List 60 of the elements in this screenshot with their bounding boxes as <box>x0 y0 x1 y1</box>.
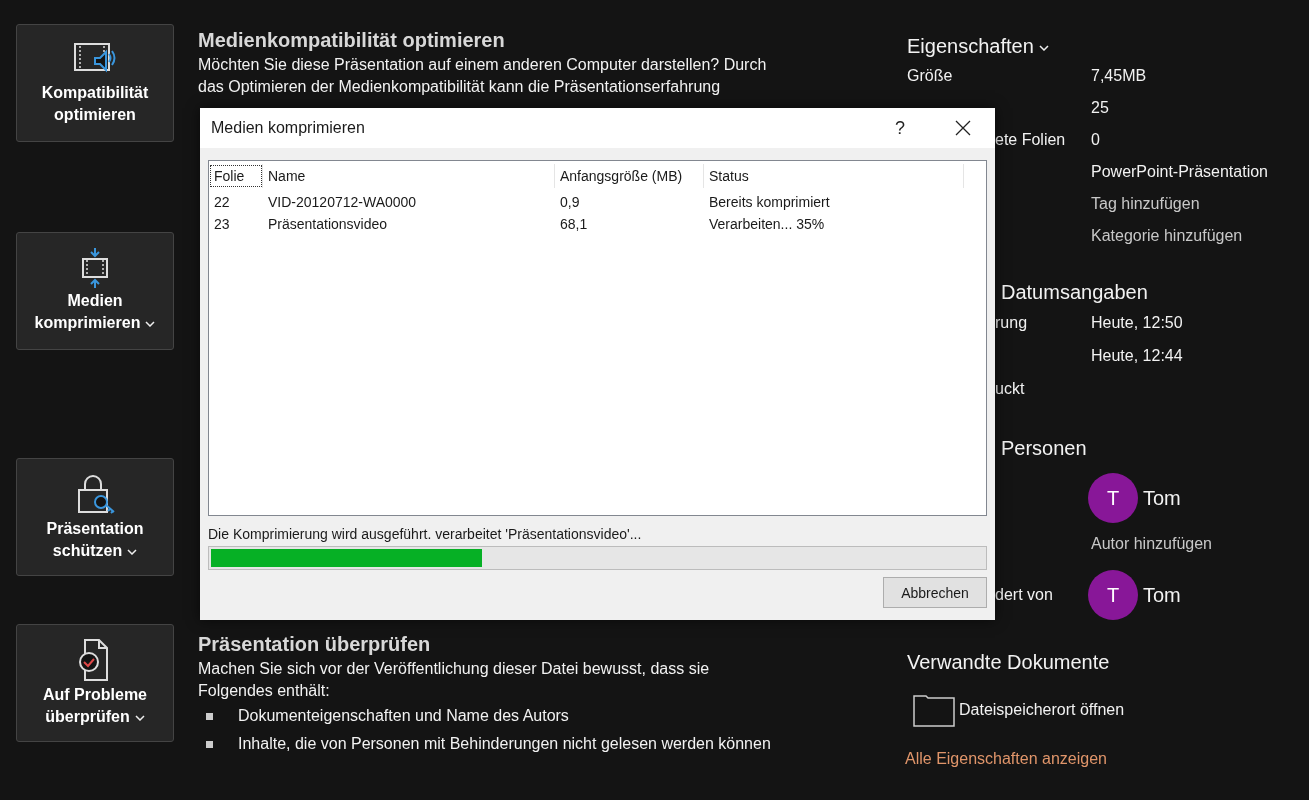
tool-button[interactable]: Medien komprimieren <box>16 232 174 350</box>
section-text: Folgendes enthält: <box>198 681 331 701</box>
related-heading: Verwandte Dokumente <box>907 650 1111 675</box>
table-cell-text: 0,9 <box>559 194 581 210</box>
properties-heading[interactable]: Eigenschaften <box>907 32 1309 60</box>
section-title: Präsentation überprüfen <box>198 632 432 657</box>
table-cell-text: Verarbeiten... 35% <box>708 216 826 232</box>
chevron-icon <box>127 548 138 555</box>
all-properties-link[interactable]: Alle Eigenschaften anzeigen <box>905 745 1309 773</box>
column-header[interactable]: Name <box>263 164 555 188</box>
property-value: 7,45MB <box>1091 67 1147 85</box>
section-title: Medienkompatibilität optimieren <box>198 28 506 53</box>
tool-button[interactable]: Auf Probleme überprüfen <box>16 624 174 742</box>
folder-icon <box>913 693 955 727</box>
column-header[interactable]: Anfangsgröße (MB) <box>555 164 704 188</box>
property-value[interactable]: Kategorie hinzufügen <box>1091 227 1243 245</box>
property-label: rung <box>995 313 1028 331</box>
bullet-icon <box>206 740 213 748</box>
cancel-button[interactable]: Abbrechen <box>883 577 987 608</box>
people-heading: Personen <box>1000 436 1088 461</box>
column-header[interactable]: Status <box>704 164 964 188</box>
open-location-link[interactable]: Dateispeicherort öffnen <box>959 701 1125 719</box>
close-icon[interactable] <box>955 120 971 136</box>
bullet-text: Inhalte, die von Personen mit Behinderungen nicht gelesen werden können <box>238 735 771 753</box>
table-cell-text: Bereits komprimiert <box>708 194 831 210</box>
property-value: 25 <box>1091 99 1109 117</box>
help-button[interactable]: ? <box>891 117 909 139</box>
tool-button[interactable]: Präsentation schützen <box>16 458 174 576</box>
person-name: Tom <box>1143 486 1181 510</box>
property-value: 0 <box>1091 131 1100 149</box>
table-cell-text: 68,1 <box>559 216 589 232</box>
column-header[interactable]: Folie <box>209 164 263 188</box>
chevron-icon <box>134 714 145 721</box>
dates-heading: Datumsangaben <box>1000 280 1149 305</box>
property-value[interactable]: Tag hinzufügen <box>1091 195 1200 213</box>
table-cell-text: 22 <box>213 194 231 210</box>
property-value: PowerPoint-Präsentation <box>1091 163 1268 181</box>
section-text: Möchten Sie diese Präsentation auf einem anderen Computer darstellen? Durch <box>198 55 768 75</box>
dialog-title: Medien komprimieren <box>211 119 366 137</box>
tool-button[interactable]: Kompatibilität optimieren <box>16 24 174 142</box>
avatar: T <box>1088 570 1138 620</box>
avatar: T <box>1088 473 1138 523</box>
property-value: Heute, 12:44 <box>1091 346 1183 365</box>
property-label: uckt <box>995 379 1025 397</box>
property-label: Größe <box>907 67 953 84</box>
chevron-icon <box>145 320 156 327</box>
property-label: dert von <box>995 586 1053 603</box>
status-text: Die Komprimierung wird ausgeführt. verarbeitet 'Präsentationsvideo'... <box>208 525 643 544</box>
add-author-link[interactable]: Autor hinzufügen <box>1091 535 1212 553</box>
section-text: Machen Sie sich vor der Veröffentlichung dieser Datei bewusst, dass sie <box>198 659 711 679</box>
chevron-icon <box>1038 44 1049 51</box>
table-cell-text: Präsentationsvideo <box>267 216 389 232</box>
section-text: das Optimieren der Medienkompatibilität kann die Präsentationserfahrung <box>198 77 722 97</box>
property-label: ete Folien <box>995 131 1066 148</box>
person-name: Tom <box>1143 583 1181 607</box>
property-value: Heute, 12:50 <box>1091 313 1183 332</box>
bullet-icon <box>206 712 213 720</box>
table-cell-text: 23 <box>213 216 231 232</box>
table-cell-text: VID-20120712-WA0000 <box>267 194 418 210</box>
bullet-text: Dokumenteigenschaften und Name des Autors <box>238 707 569 725</box>
